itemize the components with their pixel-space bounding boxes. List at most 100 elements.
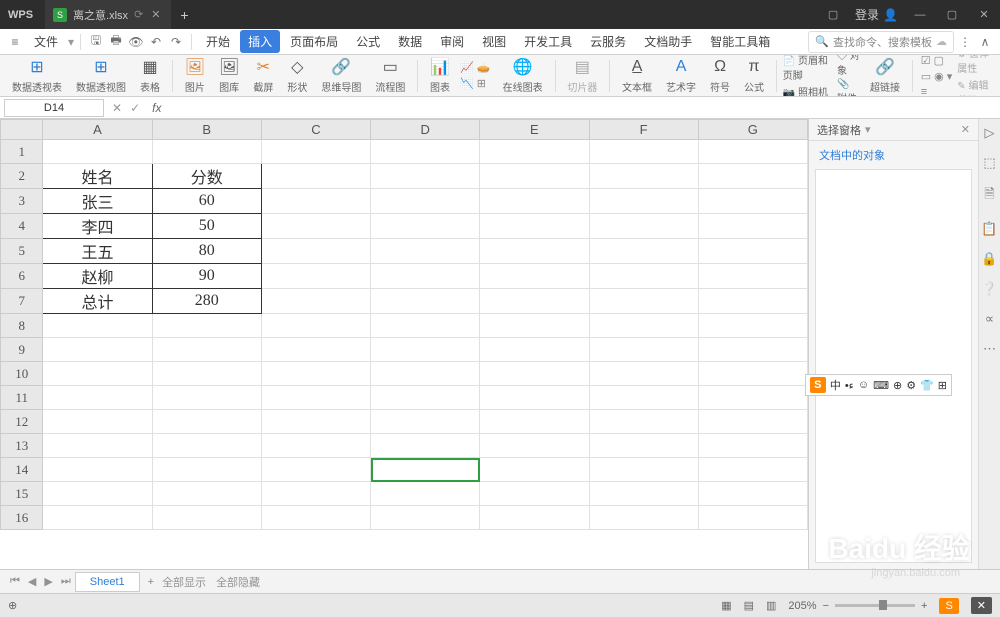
col-header[interactable]: D [371,120,480,140]
side-clip-icon[interactable]: 📋 [981,221,997,237]
cell[interactable] [589,189,698,214]
sheet-nav-prev[interactable]: ◀ [24,575,40,588]
cell[interactable] [480,338,589,362]
cell[interactable] [371,164,480,189]
cell[interactable] [43,362,152,386]
row-header[interactable]: 2 [1,164,43,189]
cell[interactable] [480,164,589,189]
side-help-icon[interactable]: ❔ [981,281,997,297]
cell[interactable]: 王五 [43,239,152,264]
ribbon-pivottable[interactable]: ⊞数据透视表 [6,57,68,94]
fx-confirm-icon[interactable]: ✓ [126,101,144,115]
cell[interactable] [698,164,807,189]
cell[interactable] [261,434,370,458]
cell[interactable] [371,289,480,314]
row-header[interactable]: 3 [1,189,43,214]
cell[interactable] [480,458,589,482]
sheet-nav-last[interactable]: ⏭ [57,575,75,588]
cell[interactable] [261,506,370,530]
cell[interactable] [43,458,152,482]
cell[interactable] [589,164,698,189]
menu-view[interactable]: 视图 [474,30,514,53]
menu-insert[interactable]: 插入 [240,30,280,53]
print-icon[interactable]: 🖶 [107,31,125,52]
menu-data[interactable]: 数据 [390,30,430,53]
menu-pagelayout[interactable]: 页面布局 [282,30,346,53]
cell[interactable] [698,239,807,264]
menu-devtools[interactable]: 开发工具 [516,30,580,53]
zoom-level[interactable]: 205% [788,600,816,612]
menu-smarttools[interactable]: 智能工具箱 [702,30,778,53]
ribbon-controls[interactable]: ☑▢▭◉▾≡ [919,55,956,97]
minimize-button[interactable]: — [904,9,936,21]
cell[interactable]: 60 [152,189,261,214]
ribbon-table[interactable]: ▦表格 [134,57,166,94]
cell[interactable] [371,189,480,214]
col-header[interactable]: C [261,120,370,140]
maximize-button[interactable]: ▢ [936,8,968,21]
side-play-icon[interactable]: ▷ [985,125,995,141]
row-header[interactable]: 9 [1,338,43,362]
cell[interactable] [371,338,480,362]
undo-icon[interactable]: ↶ [147,35,165,49]
cell[interactable] [152,140,261,164]
cell[interactable] [261,458,370,482]
cell[interactable] [152,410,261,434]
ribbon-gallery[interactable]: 🖼图库 [213,57,245,94]
zoom-slider[interactable] [835,604,915,607]
cell[interactable] [371,434,480,458]
row-header[interactable]: 5 [1,239,43,264]
cell[interactable] [698,482,807,506]
ribbon-camera[interactable]: 📷 照相机 [783,84,829,97]
cell[interactable] [261,482,370,506]
cell[interactable]: 80 [152,239,261,264]
s-logo-icon[interactable]: S [939,598,958,614]
ribbon-headerfooter[interactable]: 📄 页眉和页脚 [783,55,829,82]
cell[interactable] [589,140,698,164]
cell[interactable] [371,214,480,239]
col-header[interactable]: E [480,120,589,140]
cell[interactable] [261,214,370,239]
ribbon-flowchart[interactable]: ▭流程图 [369,57,411,94]
cell[interactable] [261,264,370,289]
more-icon[interactable]: ⋮ [956,35,974,49]
cell[interactable] [698,338,807,362]
view-page-icon[interactable]: ▤ [744,599,754,612]
zoom-in-button[interactable]: + [921,600,927,612]
sheet-tab[interactable]: Sheet1 [75,572,140,592]
cell[interactable] [371,264,480,289]
ribbon-attachment[interactable]: 📎 附件 [837,79,862,98]
row-header[interactable]: 14 [1,458,43,482]
ribbon-wordart[interactable]: A艺术字 [660,57,702,94]
cell[interactable] [43,506,152,530]
row-header[interactable]: 8 [1,314,43,338]
cell[interactable] [589,314,698,338]
ribbon-mindmap[interactable]: 🔗思维导图 [315,57,367,94]
cell[interactable] [589,362,698,386]
ribbon-symbol[interactable]: Ω符号 [704,57,736,94]
side-note-icon[interactable]: 🗎 [984,185,994,207]
status-showall[interactable]: 全部显示 [162,574,206,590]
cell[interactable] [698,140,807,164]
cell[interactable] [589,482,698,506]
docs-icon[interactable]: ▢ [817,8,849,21]
cell[interactable] [698,458,807,482]
cell[interactable] [589,289,698,314]
cell[interactable]: 280 [152,289,261,314]
cell[interactable] [698,289,807,314]
cell[interactable]: 张三 [43,189,152,214]
fx-cancel-icon[interactable]: ✕ [108,101,126,115]
cell[interactable] [371,362,480,386]
fx-button[interactable]: fx [144,101,169,115]
row-header[interactable]: 12 [1,410,43,434]
cell[interactable]: 总计 [43,289,152,314]
cell[interactable] [152,362,261,386]
cell[interactable] [480,289,589,314]
cell[interactable] [589,506,698,530]
cell[interactable] [43,338,152,362]
menu-dochelper[interactable]: 文档助手 [636,30,700,53]
cell[interactable] [480,434,589,458]
file-tab[interactable]: S 离之意.xlsx ⟳ ✕ [45,0,170,29]
cell[interactable] [698,214,807,239]
close-tab-icon[interactable]: ✕ [151,8,160,21]
